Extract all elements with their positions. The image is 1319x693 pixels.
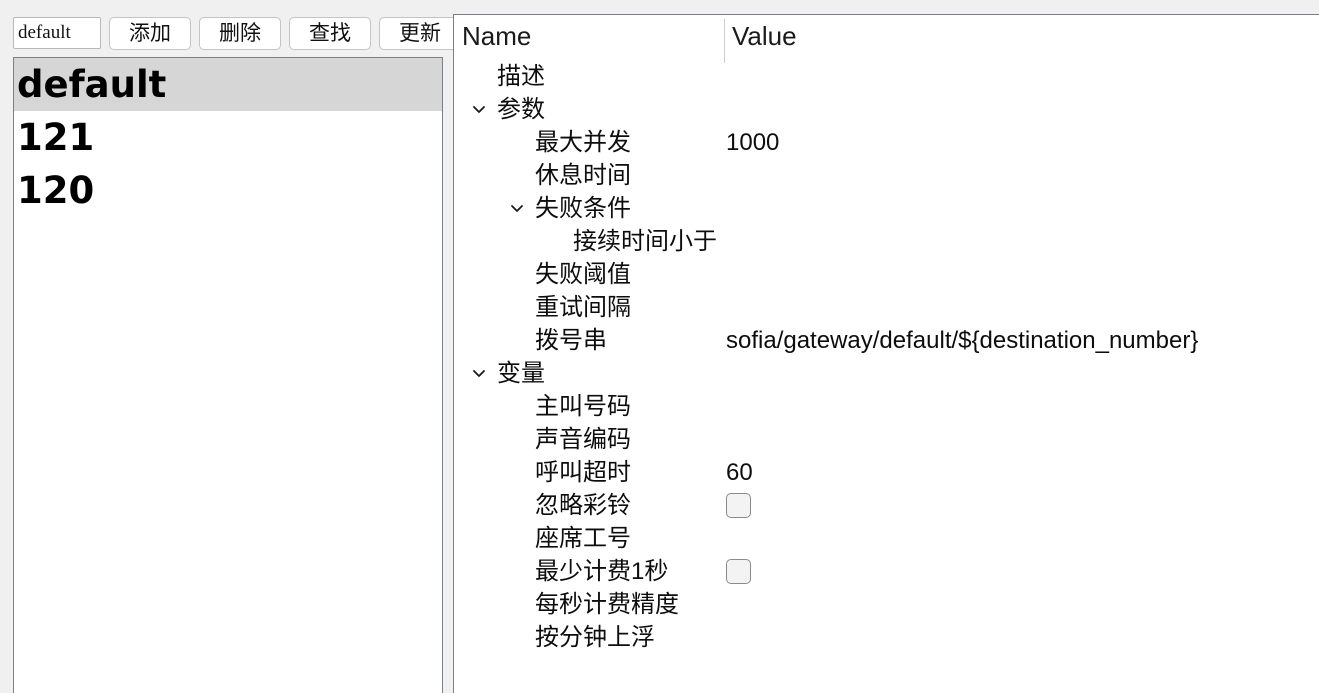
- tree-body: 描述参数最大并发 1000 休息时间失败条件接续时间小于失败阈值重试间隔拨号串 sof…: [454, 60, 1319, 654]
- tree-row-label: 每秒计费精度: [535, 591, 679, 618]
- tree-row[interactable]: 最大并发 1000: [454, 126, 1319, 159]
- tree-row[interactable]: 声音编码: [454, 423, 1319, 456]
- tree-row-value[interactable]: 1000: [726, 126, 779, 159]
- name-input[interactable]: [13, 17, 101, 49]
- tree-row[interactable]: 变量: [454, 357, 1319, 390]
- gateway-list[interactable]: default 121 120: [13, 57, 443, 693]
- column-header-value: Value: [732, 21, 797, 51]
- tree-row[interactable]: 每秒计费精度: [454, 588, 1319, 621]
- tree-row[interactable]: 接续时间小于: [454, 225, 1319, 258]
- chevron-down-icon[interactable]: [468, 361, 490, 385]
- tree-row[interactable]: 参数: [454, 93, 1319, 126]
- column-header-name: Name: [462, 21, 532, 51]
- add-button[interactable]: 添加: [109, 16, 191, 50]
- left-pane: 添加 删除 查找 更新 default 121 120: [0, 0, 461, 693]
- tree-row-label: 失败阈值: [535, 261, 631, 288]
- column-divider: [724, 19, 725, 63]
- tree-header: Name Value: [454, 15, 1319, 63]
- toolbar-buttons: 添加 删除 查找 更新: [109, 16, 461, 50]
- tree-row[interactable]: 描述: [454, 60, 1319, 93]
- tree-row[interactable]: 最少计费1秒: [454, 555, 1319, 588]
- tree-row-label: 描述: [497, 63, 545, 90]
- tree-row-label: 变量: [497, 360, 545, 387]
- tree-row-label: 接续时间小于: [573, 228, 717, 255]
- tree-row-label: 失败条件: [535, 195, 631, 222]
- checkbox[interactable]: [726, 559, 751, 584]
- toolbar: 添加 删除 查找 更新: [0, 14, 461, 52]
- tree-row[interactable]: 休息时间: [454, 159, 1319, 192]
- tree-row-value[interactable]: 60: [726, 456, 753, 489]
- property-tree-pane: Name Value 描述参数最大并发 1000 休息时间失败条件接续时间小于失败阈…: [453, 14, 1319, 693]
- tree-row[interactable]: 按分钟上浮: [454, 621, 1319, 654]
- tree-row-label: 休息时间: [535, 162, 631, 189]
- tree-row-label: 拨号串: [535, 327, 607, 354]
- tree-row-label: 按分钟上浮: [535, 624, 655, 651]
- tree-row-label: 参数: [497, 96, 545, 123]
- tree-row-label: 最少计费1秒: [535, 558, 669, 585]
- tree-row-value[interactable]: sofia/gateway/default/${destination_numb…: [726, 324, 1198, 357]
- tree-row[interactable]: 重试间隔: [454, 291, 1319, 324]
- list-item[interactable]: default: [14, 58, 442, 111]
- tree-row-label: 声音编码: [535, 426, 631, 453]
- search-button[interactable]: 查找: [289, 16, 371, 50]
- tree-row[interactable]: 座席工号: [454, 522, 1319, 555]
- checkbox[interactable]: [726, 493, 751, 518]
- delete-button[interactable]: 删除: [199, 16, 281, 50]
- tree-row[interactable]: 主叫号码: [454, 390, 1319, 423]
- tree-row-label: 忽略彩铃: [535, 492, 631, 519]
- tree-row-label: 最大并发: [535, 129, 631, 156]
- tree-row[interactable]: 忽略彩铃: [454, 489, 1319, 522]
- app-window: 添加 删除 查找 更新 default 121 120 Name Value 描…: [0, 0, 1319, 693]
- tree-row-label: 呼叫超时: [535, 459, 631, 486]
- chevron-down-icon[interactable]: [468, 97, 490, 121]
- list-item[interactable]: 120: [14, 164, 442, 217]
- tree-row[interactable]: 拨号串 sofia/gateway/default/${destination_n…: [454, 324, 1319, 357]
- update-button[interactable]: 更新: [379, 16, 461, 50]
- tree-row[interactable]: 失败阈值: [454, 258, 1319, 291]
- list-item[interactable]: 121: [14, 111, 442, 164]
- tree-row[interactable]: 失败条件: [454, 192, 1319, 225]
- chevron-down-icon[interactable]: [506, 196, 528, 220]
- tree-row-label: 主叫号码: [535, 393, 631, 420]
- tree-row-label: 座席工号: [535, 525, 631, 552]
- tree-row-label: 重试间隔: [535, 294, 631, 321]
- tree-row[interactable]: 呼叫超时 60: [454, 456, 1319, 489]
